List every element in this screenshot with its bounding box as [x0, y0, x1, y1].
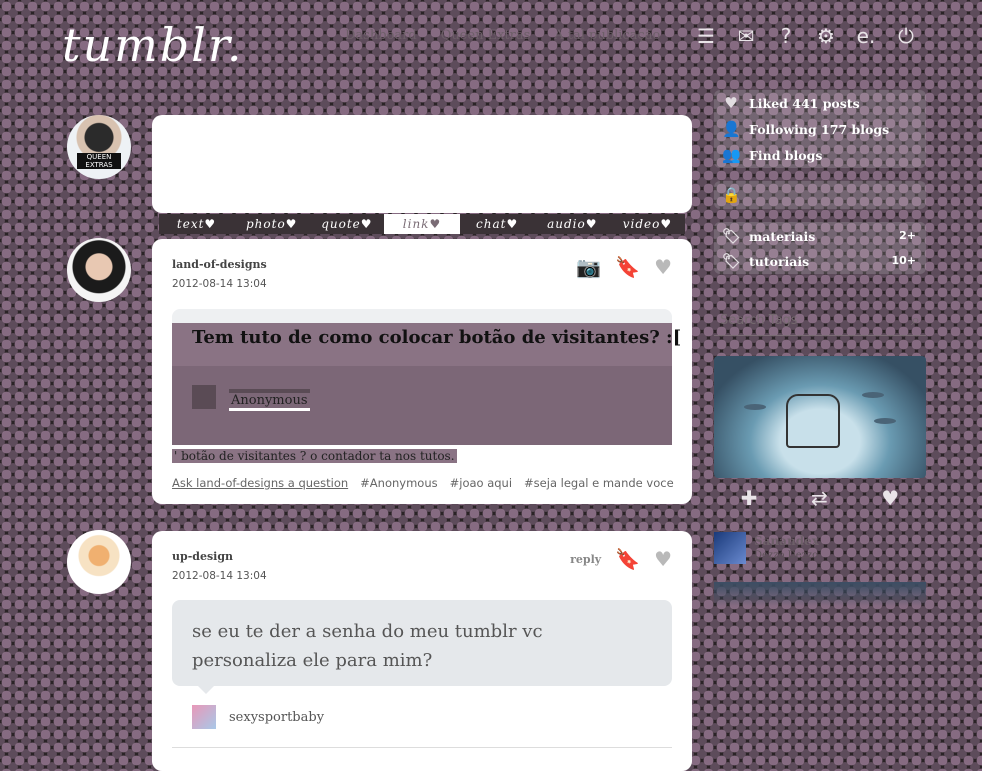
post-type-video[interactable]: video♥ [610, 214, 685, 234]
camera-icon[interactable]: 📷 [576, 255, 601, 279]
mail-icon[interactable]: ✉ [734, 24, 758, 48]
selection-highlight [172, 431, 672, 445]
sidebar-lock-row[interactable]: 🔒 [714, 181, 926, 209]
sidebar-item-following[interactable]: 👤 Following 177 blogs [722, 120, 889, 138]
post-date: 2012-08-14 13:04 [172, 570, 267, 582]
top-icons: ☰ ✉ ? ⚙ e. ⏻ [694, 24, 918, 48]
list-icon[interactable]: ☰ [694, 24, 718, 48]
tag-icon: 🏷 [722, 227, 742, 245]
sidebar-item-label: Following 177 blogs [749, 121, 890, 137]
photo-actions: ✚ ⇄ ♥ [714, 486, 926, 510]
asker-name: Anonymous [229, 389, 310, 411]
photo-shark [862, 392, 884, 398]
avatar-queen-extras[interactable]: QUEEN EXTRAS [67, 115, 131, 179]
heart-icon: ♥ [724, 94, 738, 112]
avatar-label: QUEEN EXTRAS [77, 153, 121, 169]
sidebar-item-label: tutoriais [749, 253, 810, 269]
post-type-photo[interactable]: photo♥ [234, 214, 309, 234]
sidebar-item-find-blogs[interactable]: 👥 Find blogs [722, 146, 822, 164]
photo-cage [786, 394, 840, 448]
post-type-bar: text♥ photo♥ quote♥ link♥ chat♥ audio♥ v… [159, 214, 685, 234]
post-tags: Ask land-of-designs a question #Anonymou… [172, 476, 674, 490]
top-nav: Dashboard Queen Extras A tal publicação [345, 28, 660, 43]
sidebar-item-label: Find blogs [749, 147, 823, 163]
sidebar-band [714, 582, 926, 606]
gear-icon[interactable]: ⚙ [814, 24, 838, 48]
ask-pointer [198, 686, 214, 694]
ask-question: se eu te der a senha do meu tumblr vc pe… [192, 621, 543, 671]
bookmark-icon[interactable]: 🔖 [615, 547, 640, 571]
asker-avatar[interactable] [192, 705, 216, 729]
person-icon: 👤 [722, 120, 741, 138]
tag-icon: 🏷 [722, 252, 742, 270]
post-card: up-design 2012-08-14 13:04 reply 🔖 ♥ se … [152, 531, 692, 771]
photo-shark [874, 418, 896, 424]
post-blog-name[interactable]: land-of-designs [172, 258, 267, 271]
tag-link[interactable]: #joao aqui [450, 476, 512, 490]
lock-icon: 🔒 [722, 186, 741, 204]
reply-button[interactable]: reply [570, 553, 601, 566]
sidebar-item-tag[interactable]: 🏷 materiais [722, 227, 815, 245]
sidebar-item-label: Liked 441 posts [749, 95, 860, 111]
tag-link[interactable]: #Anonymous [360, 476, 437, 490]
edit-e-icon[interactable]: e. [854, 24, 878, 48]
search-icon[interactable]: ⌕ [911, 310, 920, 330]
recommended-avatar [714, 532, 746, 564]
asker-avatar [192, 385, 216, 409]
post-type-text[interactable]: text♥ [159, 214, 234, 234]
post-card: land-of-designs 2012-08-14 13:04 📷 🔖 ♥ T… [152, 239, 692, 504]
post-date: 2012-08-14 13:04 [172, 278, 267, 290]
sidebar-stats: ♥ Liked 441 posts 👤 Following 177 blogs … [714, 90, 926, 168]
tag-count: 2+ [899, 229, 916, 242]
power-icon[interactable]: ⏻ [894, 24, 918, 48]
tag-search: Search Tags ⌕ [714, 307, 926, 336]
heart-icon[interactable]: ♥ [881, 486, 899, 510]
recommended-name: Sanandex [754, 534, 819, 548]
search-input[interactable]: Search Tags [720, 313, 890, 328]
post-controls: 📷 🔖 ♥ [576, 255, 672, 279]
post-controls: reply 🔖 ♥ [570, 547, 672, 571]
reblog-icon[interactable]: ⇄ [811, 486, 828, 510]
bookmark-icon[interactable]: 🔖 [615, 255, 640, 279]
plus-icon[interactable]: ✚ [741, 486, 758, 510]
post-blog-name[interactable]: up-design [172, 550, 233, 563]
nav-queen-extras[interactable]: Queen Extras [441, 28, 531, 43]
nav-publicacao[interactable]: A tal publicação [554, 28, 660, 43]
radar-photo[interactable] [714, 356, 926, 478]
post-type-link[interactable]: link♥ [384, 214, 460, 234]
photo-shark [744, 404, 766, 410]
tag-count: 10+ [891, 254, 916, 267]
sidebar-item-tag[interactable]: 🏷 tutoriais [722, 252, 809, 270]
post-type-chat[interactable]: chat♥ [460, 214, 535, 234]
heart-icon[interactable]: ♥ [654, 255, 672, 279]
divider [172, 747, 672, 748]
add-person-icon: 👥 [722, 146, 741, 164]
nav-dashboard[interactable]: Dashboard [345, 28, 417, 43]
post-composer[interactable] [152, 115, 692, 213]
lock-row: 🔒 [722, 186, 741, 204]
answer-text: ' botão de visitantes ? o contador ta no… [172, 449, 457, 463]
sidebar-tracked-tags: 🏷 materiais 2+ 🏷 tutoriais 10+ [714, 222, 926, 274]
post-type-quote[interactable]: quote♥ [309, 214, 384, 234]
avatar-land-of-designs[interactable] [67, 238, 131, 302]
tag-link[interactable]: #seja legal e mande voce [524, 476, 674, 490]
tumblr-logo[interactable]: tumblr. [62, 18, 243, 72]
asker-name[interactable]: sexysportbaby [229, 710, 324, 725]
ask-question: Tem tuto de como colocar botão de visita… [192, 327, 682, 348]
sidebar-item-label: materiais [749, 228, 816, 244]
ask-link[interactable]: Ask land-of-designs a question [172, 476, 348, 490]
heart-icon[interactable]: ♥ [654, 547, 672, 571]
avatar-up-design[interactable] [67, 530, 131, 594]
sidebar-item-liked[interactable]: ♥ Liked 441 posts [722, 94, 860, 112]
help-icon[interactable]: ? [774, 24, 798, 48]
recommended-sub: Dezzo Dezzo [754, 550, 819, 561]
post-type-audio[interactable]: audio♥ [535, 214, 610, 234]
